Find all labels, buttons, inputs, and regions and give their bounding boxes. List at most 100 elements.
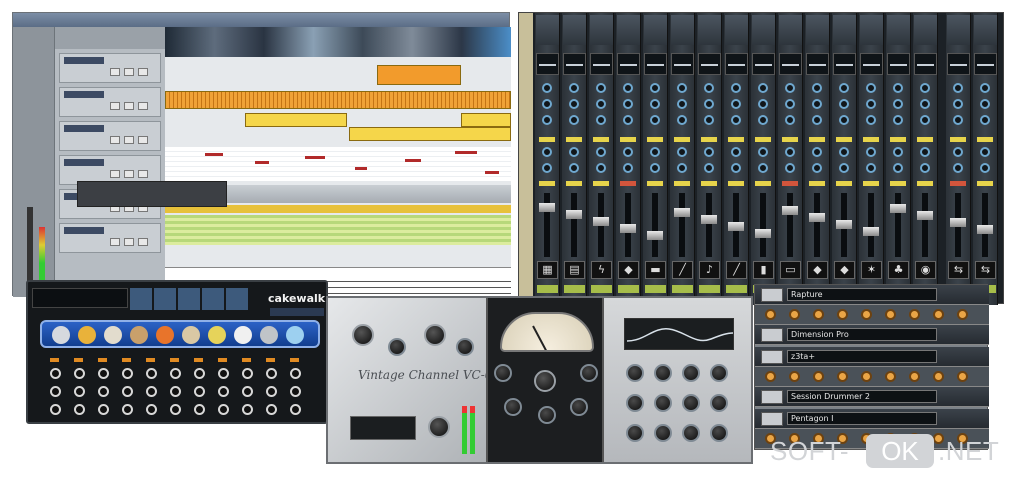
- fader-cap[interactable]: [890, 204, 906, 213]
- track-header[interactable]: [59, 223, 161, 253]
- patch-selector[interactable]: [270, 308, 324, 316]
- rack-knob[interactable]: [789, 371, 800, 382]
- track-icon[interactable]: ♪: [699, 261, 720, 279]
- send-knob[interactable]: [542, 99, 552, 109]
- send-knob[interactable]: [596, 99, 606, 109]
- fader-cap[interactable]: [950, 218, 966, 227]
- send-knob[interactable]: [920, 115, 930, 125]
- strip-name-label[interactable]: [564, 285, 585, 293]
- send-knob[interactable]: [623, 99, 633, 109]
- midi-note[interactable]: [405, 159, 421, 162]
- freq-knob[interactable]: [456, 338, 474, 356]
- send-knob[interactable]: [812, 83, 822, 93]
- instrument-icon[interactable]: [286, 326, 304, 344]
- eq-knob[interactable]: [626, 424, 644, 442]
- rack-knob[interactable]: [909, 309, 920, 320]
- synth-knob[interactable]: [170, 404, 181, 415]
- send-knob[interactable]: [785, 115, 795, 125]
- pan-knob[interactable]: [542, 163, 552, 173]
- pan-knob[interactable]: [650, 147, 660, 157]
- track-icon[interactable]: ⇆: [975, 261, 996, 279]
- send-knob[interactable]: [731, 83, 741, 93]
- strip-eq-display[interactable]: [536, 53, 559, 75]
- volume-fader[interactable]: [679, 193, 685, 257]
- audio-clip[interactable]: [349, 127, 511, 141]
- send-knob[interactable]: [758, 83, 768, 93]
- track-icon[interactable]: ♣: [888, 261, 909, 279]
- send-knob[interactable]: [758, 99, 768, 109]
- instrument-banner[interactable]: [40, 320, 320, 348]
- track-icon[interactable]: ╱: [726, 261, 747, 279]
- send-knob[interactable]: [650, 83, 660, 93]
- eq-knob[interactable]: [682, 424, 700, 442]
- synth-knob[interactable]: [74, 368, 85, 379]
- fader-cap[interactable]: [566, 210, 582, 219]
- mute-button[interactable]: [110, 136, 120, 144]
- pan-knob[interactable]: [920, 163, 930, 173]
- volume-fader[interactable]: [814, 193, 820, 257]
- synth-knob[interactable]: [290, 368, 301, 379]
- send-knob[interactable]: [731, 99, 741, 109]
- synth-knob[interactable]: [242, 386, 253, 397]
- strip-header[interactable]: [779, 15, 802, 45]
- solo-button[interactable]: [124, 68, 134, 76]
- send-knob[interactable]: [569, 83, 579, 93]
- synth-knob[interactable]: [146, 404, 157, 415]
- track-icon[interactable]: ◆: [618, 261, 639, 279]
- synth-thumbnail[interactable]: [761, 350, 783, 364]
- track-name[interactable]: [64, 91, 104, 98]
- send-knob[interactable]: [980, 99, 990, 109]
- solo-button[interactable]: [124, 136, 134, 144]
- instrument-icon[interactable]: [234, 326, 252, 344]
- eq-knob[interactable]: [710, 364, 728, 382]
- send-knob[interactable]: [812, 115, 822, 125]
- track-icon[interactable]: ▬: [645, 261, 666, 279]
- strip-header[interactable]: [617, 15, 640, 45]
- track-icon[interactable]: ▤: [564, 261, 585, 279]
- pan-knob[interactable]: [980, 163, 990, 173]
- midi-note[interactable]: [205, 153, 223, 156]
- strip-header[interactable]: [536, 15, 559, 45]
- track-icon[interactable]: ⇆: [948, 261, 969, 279]
- rack-knob[interactable]: [765, 371, 776, 382]
- send-knob[interactable]: [980, 83, 990, 93]
- volume-fader[interactable]: [571, 193, 577, 257]
- ratio-knob[interactable]: [538, 406, 556, 424]
- rack-knob[interactable]: [765, 309, 776, 320]
- fader-cap[interactable]: [917, 211, 933, 220]
- fader-cap[interactable]: [701, 215, 717, 224]
- compressor-knob[interactable]: [580, 364, 598, 382]
- track-icon[interactable]: ✶: [861, 261, 882, 279]
- synth-knob[interactable]: [74, 404, 85, 415]
- pan-knob[interactable]: [785, 163, 795, 173]
- record-arm-button[interactable]: [138, 68, 148, 76]
- volume-fader[interactable]: [652, 193, 658, 257]
- synth-knob[interactable]: [98, 368, 109, 379]
- pan-knob[interactable]: [704, 163, 714, 173]
- synth-knob[interactable]: [218, 386, 229, 397]
- mute-button[interactable]: [110, 170, 120, 178]
- rack-knob[interactable]: [837, 309, 848, 320]
- instrument-icon[interactable]: [78, 326, 96, 344]
- transport-toolbar[interactable]: [77, 181, 227, 207]
- synth-thumbnail[interactable]: [761, 412, 783, 426]
- send-knob[interactable]: [839, 115, 849, 125]
- strip-name-label[interactable]: [699, 285, 720, 293]
- send-knob[interactable]: [785, 83, 795, 93]
- strip-eq-display[interactable]: [590, 53, 613, 75]
- send-knob[interactable]: [920, 99, 930, 109]
- solo-button[interactable]: [124, 170, 134, 178]
- synth-name[interactable]: Session Drummer 2: [787, 390, 937, 403]
- rack-knob[interactable]: [885, 371, 896, 382]
- record-arm-button[interactable]: [138, 102, 148, 110]
- strip-header[interactable]: [725, 15, 748, 45]
- instrument-icon[interactable]: [104, 326, 122, 344]
- eq-curve-display[interactable]: [624, 318, 734, 350]
- eq-knob[interactable]: [682, 394, 700, 412]
- eq-knob[interactable]: [682, 364, 700, 382]
- strip-eq-display[interactable]: [563, 53, 586, 75]
- mute-button[interactable]: [110, 238, 120, 246]
- pan-knob[interactable]: [953, 163, 963, 173]
- send-knob[interactable]: [953, 83, 963, 93]
- rack-slot[interactable]: Rapture: [755, 285, 989, 305]
